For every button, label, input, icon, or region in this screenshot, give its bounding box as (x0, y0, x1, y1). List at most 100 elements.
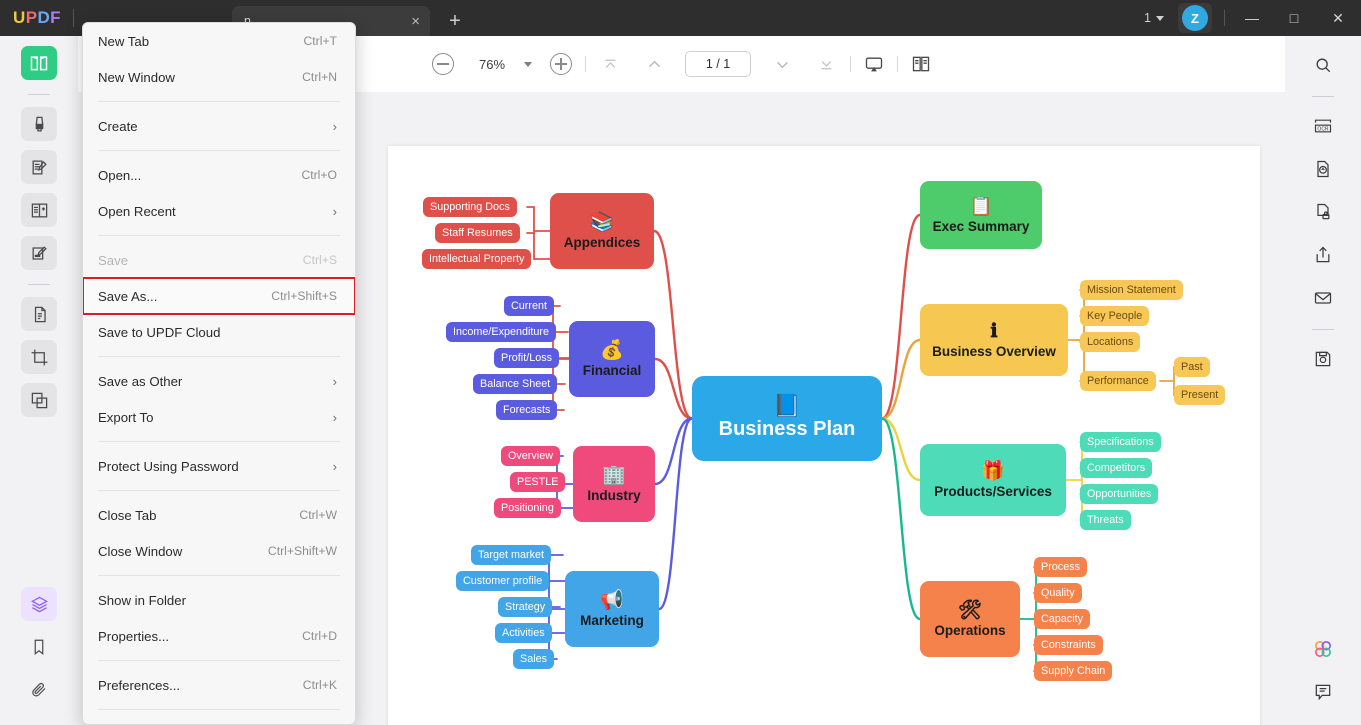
mindmap-subnode[interactable]: Staff Resumes (435, 223, 520, 243)
mindmap-subnode[interactable]: Sales (513, 649, 555, 669)
menu-print[interactable]: Print...Ctrl+P (83, 716, 355, 724)
menu-new-window[interactable]: New Window Ctrl+N (83, 59, 355, 95)
window-close-button[interactable]: ✕ (1315, 0, 1361, 36)
mindmap-node[interactable]: ℹ Business Overview (920, 304, 1068, 376)
menu-properties[interactable]: Properties... Ctrl+D (83, 618, 355, 654)
menu-close-window[interactable]: Close Window Ctrl+Shift+W (83, 533, 355, 569)
mindmap-subnode[interactable]: PESTLE (510, 472, 566, 492)
sidebar-item-bookmark[interactable] (21, 630, 57, 664)
menu-show-in-folder[interactable]: Show in Folder (83, 582, 355, 618)
mindmap-node[interactable]: 🏢 Industry (573, 446, 655, 522)
window-count-selector[interactable]: 1 (1136, 11, 1172, 25)
menu-protect-password[interactable]: Protect Using Password › (83, 448, 355, 484)
new-tab-button[interactable]: + (444, 11, 466, 33)
email-button[interactable] (1305, 281, 1341, 315)
mindmap-subnode[interactable]: Quality (1034, 583, 1082, 603)
menu-create[interactable]: Create › (83, 108, 355, 144)
share-button[interactable] (1305, 238, 1341, 272)
mindmap-subnode[interactable]: Profit/Loss (494, 348, 560, 368)
menu-preferences[interactable]: Preferences... Ctrl+K (83, 667, 355, 703)
convert-button[interactable] (1305, 152, 1341, 186)
protect-button[interactable] (1305, 195, 1341, 229)
maximize-button[interactable]: □ (1273, 0, 1315, 36)
mindmap-subnode[interactable]: Performance (1080, 371, 1156, 391)
sidebar-item-organize-pages[interactable] (21, 193, 57, 227)
close-icon[interactable]: × (411, 14, 420, 29)
mindmap-node[interactable]: 💰 Financial (569, 321, 655, 397)
sidebar-item-attachment[interactable] (21, 673, 57, 707)
mindmap-node[interactable]: 📋 Exec Summary (920, 181, 1042, 249)
mindmap-subnode[interactable]: Income/Expenditure (446, 322, 557, 342)
mindmap-subnode[interactable]: Key People (1080, 306, 1150, 326)
convert-file-icon (1317, 160, 1329, 178)
mindmap-subnode[interactable]: Threats (1080, 510, 1131, 530)
menu-open[interactable]: Open... Ctrl+O (83, 157, 355, 193)
zoom-in-button[interactable] (550, 48, 572, 80)
sidebar-item-annotate[interactable] (21, 236, 57, 270)
account-button[interactable]: Z (1178, 3, 1212, 33)
mindmap-subnode[interactable]: Strategy (498, 597, 553, 617)
mindmap-subnode[interactable]: Target market (471, 545, 552, 565)
mindmap-subnode[interactable]: Opportunities (1080, 484, 1159, 504)
mindmap-node[interactable]: 📘 Business Plan (692, 376, 882, 461)
sidebar-item-comment[interactable] (21, 107, 57, 141)
minimize-button[interactable]: — (1231, 0, 1273, 36)
presentation-mode-button[interactable] (864, 48, 884, 80)
sidebar-item-layers[interactable] (21, 587, 57, 621)
mindmap-subnode[interactable]: Present (1174, 385, 1226, 405)
mindmap-subnode[interactable]: Supporting Docs (423, 197, 517, 217)
mindmap-subnode[interactable]: Forecasts (496, 400, 558, 420)
toolbar-divider-3 (897, 56, 898, 72)
sidebar-item-batch[interactable] (21, 383, 57, 417)
mindmap-subnode[interactable]: Intellectual Property (422, 249, 532, 269)
mindmap-subnode[interactable]: Overview (501, 446, 560, 466)
page-indicator[interactable]: 1 / 1 (685, 51, 751, 77)
menu-save-to-cloud[interactable]: Save to UPDF Cloud (83, 314, 355, 350)
zoom-level-label: 76% (478, 56, 506, 72)
menu-item-label: New Tab (98, 33, 150, 49)
mindmap-subnode[interactable]: Specifications (1080, 432, 1161, 452)
mindmap-subnode[interactable]: Current (504, 296, 555, 316)
zoom-dropdown-button[interactable] (524, 61, 532, 67)
mindmap-subnode[interactable]: Customer profile (456, 571, 550, 591)
mindmap-subnode[interactable]: Capacity (1034, 609, 1091, 629)
mindmap-subnode[interactable]: Competitors (1080, 458, 1153, 478)
menu-new-tab[interactable]: New Tab Ctrl+T (83, 23, 355, 59)
mindmap-subnode[interactable]: Positioning (494, 498, 561, 518)
mindmap-subnode[interactable]: Balance Sheet (473, 374, 558, 394)
mindmap-node[interactable]: 📢 Marketing (565, 571, 659, 647)
search-button[interactable] (1305, 48, 1341, 82)
sidebar-item-convert[interactable] (21, 297, 57, 331)
ocr-button[interactable]: OCR (1305, 109, 1341, 143)
menu-export-to[interactable]: Export To › (83, 399, 355, 435)
menu-save-as[interactable]: Save As... Ctrl+Shift+S (83, 277, 355, 315)
mindmap-node[interactable]: 🎁 Products/Services (920, 444, 1066, 516)
sidebar-item-crop[interactable] (21, 340, 57, 374)
menu-close-tab[interactable]: Close Tab Ctrl+W (83, 497, 355, 533)
mindmap-subnode[interactable]: Past (1174, 357, 1210, 377)
mindmap-subnode[interactable]: Constraints (1034, 635, 1103, 655)
first-page-button[interactable] (599, 53, 621, 75)
mindmap-subnode[interactable]: Process (1034, 557, 1088, 577)
node-icon: 📋 (969, 195, 993, 217)
mindmap-node[interactable]: 🛠 Operations (920, 581, 1020, 657)
mindmap-subnode[interactable]: Mission Statement (1080, 280, 1183, 300)
last-page-button[interactable] (815, 53, 837, 75)
ai-assistant-button[interactable] (1305, 632, 1341, 666)
mindmap-subnode[interactable]: Supply Chain (1034, 661, 1113, 681)
mindmap-subnode[interactable]: Locations (1080, 332, 1141, 352)
save-button[interactable] (1305, 342, 1341, 376)
menu-save-as-other[interactable]: Save as Other › (83, 363, 355, 399)
chat-button[interactable] (1305, 675, 1341, 709)
menu-divider (98, 709, 340, 710)
zoom-out-button[interactable] (432, 48, 454, 80)
next-page-button[interactable] (771, 53, 793, 75)
mindmap-subnode[interactable]: Activities (495, 623, 552, 643)
sidebar-item-reader[interactable] (21, 46, 57, 80)
read-mode-button[interactable] (911, 48, 931, 80)
mindmap-node[interactable]: 📚 Appendices (550, 193, 654, 269)
batch-icon (31, 392, 47, 408)
menu-open-recent[interactable]: Open Recent › (83, 193, 355, 229)
sidebar-item-edit-pdf[interactable] (21, 150, 57, 184)
previous-page-button[interactable] (643, 53, 665, 75)
